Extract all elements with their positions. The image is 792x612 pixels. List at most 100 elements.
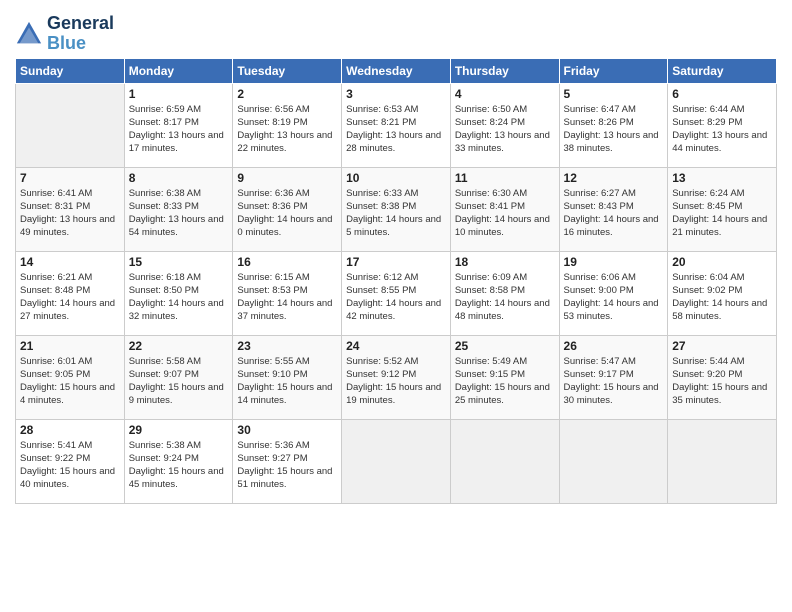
logo-text: General Blue — [47, 14, 114, 54]
day-info: Sunrise: 5:55 AM Sunset: 9:10 PM Dayligh… — [237, 355, 337, 408]
day-number: 8 — [129, 171, 229, 185]
calendar-week-3: 14 Sunrise: 6:21 AM Sunset: 8:48 PM Dayli… — [16, 251, 777, 335]
day-number: 13 — [672, 171, 772, 185]
day-info: Sunrise: 6:47 AM Sunset: 8:26 PM Dayligh… — [564, 103, 664, 156]
day-info: Sunrise: 6:44 AM Sunset: 8:29 PM Dayligh… — [672, 103, 772, 156]
day-info: Sunrise: 5:58 AM Sunset: 9:07 PM Dayligh… — [129, 355, 229, 408]
calendar-cell: 11 Sunrise: 6:30 AM Sunset: 8:41 PM Dayli… — [450, 167, 559, 251]
day-info: Sunrise: 6:24 AM Sunset: 8:45 PM Dayligh… — [672, 187, 772, 240]
calendar-cell: 18 Sunrise: 6:09 AM Sunset: 8:58 PM Dayli… — [450, 251, 559, 335]
weekday-header-thursday: Thursday — [450, 58, 559, 83]
day-info: Sunrise: 6:33 AM Sunset: 8:38 PM Dayligh… — [346, 187, 446, 240]
calendar-week-4: 21 Sunrise: 6:01 AM Sunset: 9:05 PM Dayli… — [16, 335, 777, 419]
calendar-cell: 15 Sunrise: 6:18 AM Sunset: 8:50 PM Dayli… — [124, 251, 233, 335]
day-number: 22 — [129, 339, 229, 353]
calendar-cell: 29 Sunrise: 5:38 AM Sunset: 9:24 PM Dayli… — [124, 419, 233, 503]
calendar-cell: 16Sunrise: 6:15 AM Sunset: 8:53 PM Dayli… — [233, 251, 342, 335]
day-number: 3 — [346, 87, 446, 101]
day-info: Sunrise: 6:41 AM Sunset: 8:31 PM Dayligh… — [20, 187, 120, 240]
calendar-cell: 4 Sunrise: 6:50 AM Sunset: 8:24 PM Daylig… — [450, 83, 559, 167]
day-info: Sunrise: 5:36 AM Sunset: 9:27 PM Dayligh… — [237, 439, 337, 492]
logo: General Blue — [15, 14, 114, 54]
day-info: Sunrise: 6:50 AM Sunset: 8:24 PM Dayligh… — [455, 103, 555, 156]
weekday-header-friday: Friday — [559, 58, 668, 83]
day-info: Sunrise: 6:27 AM Sunset: 8:43 PM Dayligh… — [564, 187, 664, 240]
calendar-cell: 28Sunrise: 5:41 AM Sunset: 9:22 PM Dayli… — [16, 419, 125, 503]
day-number: 30 — [237, 423, 337, 437]
day-info: Sunrise: 5:47 AM Sunset: 9:17 PM Dayligh… — [564, 355, 664, 408]
calendar-cell — [668, 419, 777, 503]
day-info: Sunrise: 6:36 AM Sunset: 8:36 PM Dayligh… — [237, 187, 337, 240]
day-number: 15 — [129, 255, 229, 269]
day-number: 24 — [346, 339, 446, 353]
calendar-week-2: 7 Sunrise: 6:41 AM Sunset: 8:31 PM Daylig… — [16, 167, 777, 251]
day-number: 1 — [129, 87, 229, 101]
day-number: 21 — [20, 339, 120, 353]
day-number: 4 — [455, 87, 555, 101]
day-info: Sunrise: 6:30 AM Sunset: 8:41 PM Dayligh… — [455, 187, 555, 240]
day-number: 2 — [237, 87, 337, 101]
calendar-cell: 26 Sunrise: 5:47 AM Sunset: 9:17 PM Dayli… — [559, 335, 668, 419]
calendar-cell: 27 Sunrise: 5:44 AM Sunset: 9:20 PM Dayli… — [668, 335, 777, 419]
day-number: 18 — [455, 255, 555, 269]
day-number: 7 — [20, 171, 120, 185]
calendar-cell: 5Sunrise: 6:47 AM Sunset: 8:26 PM Daylig… — [559, 83, 668, 167]
day-number: 6 — [672, 87, 772, 101]
weekday-header-sunday: Sunday — [16, 58, 125, 83]
day-info: Sunrise: 5:49 AM Sunset: 9:15 PM Dayligh… — [455, 355, 555, 408]
calendar-week-1: 1 Sunrise: 6:59 AM Sunset: 8:17 PM Daylig… — [16, 83, 777, 167]
calendar-cell: 21 Sunrise: 6:01 AM Sunset: 9:05 PM Dayli… — [16, 335, 125, 419]
calendar-cell: 20Sunrise: 6:04 AM Sunset: 9:02 PM Dayli… — [668, 251, 777, 335]
day-number: 20 — [672, 255, 772, 269]
calendar-cell: 25 Sunrise: 5:49 AM Sunset: 9:15 PM Dayli… — [450, 335, 559, 419]
calendar-cell: 12 Sunrise: 6:27 AM Sunset: 8:43 PM Dayli… — [559, 167, 668, 251]
calendar-cell: 1 Sunrise: 6:59 AM Sunset: 8:17 PM Daylig… — [124, 83, 233, 167]
weekday-header-saturday: Saturday — [668, 58, 777, 83]
calendar-cell: 2Sunrise: 6:56 AM Sunset: 8:19 PM Daylig… — [233, 83, 342, 167]
calendar-cell: 14 Sunrise: 6:21 AM Sunset: 8:48 PM Dayli… — [16, 251, 125, 335]
calendar-cell: 17 Sunrise: 6:12 AM Sunset: 8:55 PM Dayli… — [342, 251, 451, 335]
day-number: 9 — [237, 171, 337, 185]
calendar-cell: 10 Sunrise: 6:33 AM Sunset: 8:38 PM Dayli… — [342, 167, 451, 251]
day-number: 10 — [346, 171, 446, 185]
calendar-cell: 22 Sunrise: 5:58 AM Sunset: 9:07 PM Dayli… — [124, 335, 233, 419]
weekday-header-monday: Monday — [124, 58, 233, 83]
day-number: 11 — [455, 171, 555, 185]
day-info: Sunrise: 6:12 AM Sunset: 8:55 PM Dayligh… — [346, 271, 446, 324]
calendar-cell — [450, 419, 559, 503]
calendar-cell: 9 Sunrise: 6:36 AM Sunset: 8:36 PM Daylig… — [233, 167, 342, 251]
day-number: 12 — [564, 171, 664, 185]
calendar-cell: 19Sunrise: 6:06 AM Sunset: 9:00 PM Dayli… — [559, 251, 668, 335]
day-number: 26 — [564, 339, 664, 353]
day-number: 25 — [455, 339, 555, 353]
day-info: Sunrise: 6:09 AM Sunset: 8:58 PM Dayligh… — [455, 271, 555, 324]
day-number: 28 — [20, 423, 120, 437]
weekday-header-row: SundayMondayTuesdayWednesdayThursdayFrid… — [16, 58, 777, 83]
day-info: Sunrise: 5:52 AM Sunset: 9:12 PM Dayligh… — [346, 355, 446, 408]
day-number: 27 — [672, 339, 772, 353]
calendar-cell: 13 Sunrise: 6:24 AM Sunset: 8:45 PM Dayli… — [668, 167, 777, 251]
day-info: Sunrise: 6:53 AM Sunset: 8:21 PM Dayligh… — [346, 103, 446, 156]
day-info: Sunrise: 5:38 AM Sunset: 9:24 PM Dayligh… — [129, 439, 229, 492]
day-number: 14 — [20, 255, 120, 269]
day-info: Sunrise: 6:15 AM Sunset: 8:53 PM Dayligh… — [237, 271, 337, 324]
weekday-header-wednesday: Wednesday — [342, 58, 451, 83]
day-info: Sunrise: 5:44 AM Sunset: 9:20 PM Dayligh… — [672, 355, 772, 408]
calendar-table: SundayMondayTuesdayWednesdayThursdayFrid… — [15, 58, 777, 504]
day-info: Sunrise: 6:06 AM Sunset: 9:00 PM Dayligh… — [564, 271, 664, 324]
day-number: 29 — [129, 423, 229, 437]
day-info: Sunrise: 6:21 AM Sunset: 8:48 PM Dayligh… — [20, 271, 120, 324]
day-info: Sunrise: 6:59 AM Sunset: 8:17 PM Dayligh… — [129, 103, 229, 156]
logo-icon — [15, 20, 43, 48]
header: General Blue — [15, 10, 777, 54]
calendar-cell — [16, 83, 125, 167]
day-number: 17 — [346, 255, 446, 269]
day-info: Sunrise: 6:01 AM Sunset: 9:05 PM Dayligh… — [20, 355, 120, 408]
weekday-header-tuesday: Tuesday — [233, 58, 342, 83]
day-info: Sunrise: 6:38 AM Sunset: 8:33 PM Dayligh… — [129, 187, 229, 240]
calendar-cell: 8 Sunrise: 6:38 AM Sunset: 8:33 PM Daylig… — [124, 167, 233, 251]
page-container: General Blue SundayMondayTuesdayWednesda… — [0, 0, 792, 514]
calendar-cell: 3 Sunrise: 6:53 AM Sunset: 8:21 PM Daylig… — [342, 83, 451, 167]
calendar-cell: 7 Sunrise: 6:41 AM Sunset: 8:31 PM Daylig… — [16, 167, 125, 251]
day-info: Sunrise: 6:18 AM Sunset: 8:50 PM Dayligh… — [129, 271, 229, 324]
